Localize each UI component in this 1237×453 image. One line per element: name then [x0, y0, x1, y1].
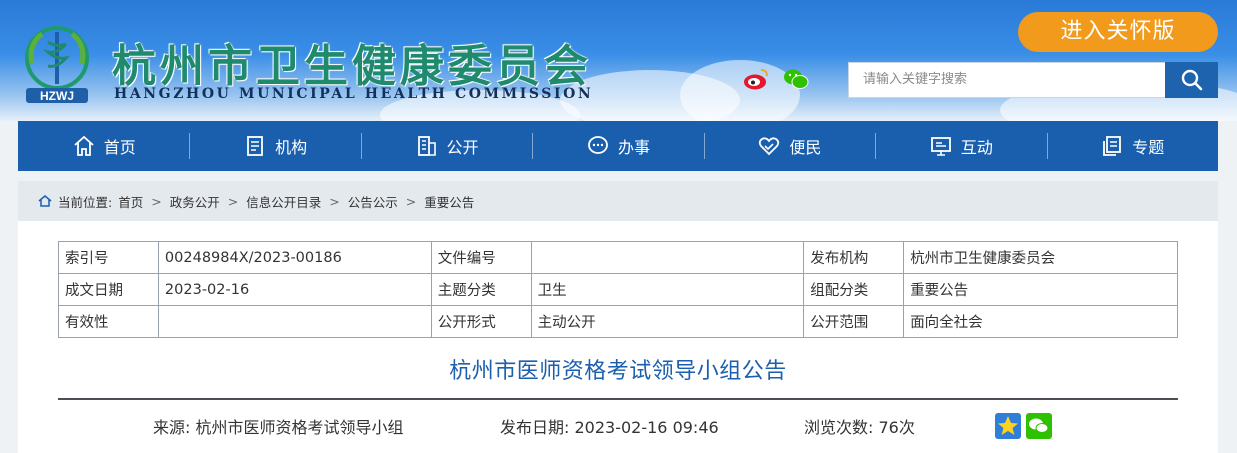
views-label: 浏览次数: — [804, 418, 874, 437]
breadcrumb: 当前位置: 首页 > 政务公开 > 信息公开目录 > 公告公示 > 重要公告 — [18, 181, 1218, 221]
nav-item-interaction[interactable]: 互动 — [875, 121, 1046, 171]
nav-item-topics[interactable]: 专题 — [1046, 121, 1218, 171]
search-input[interactable]: 请输入关键字搜索 — [848, 62, 1166, 98]
site-header: HZWJ 杭州市卫生健康委员会 HANGZHOU MUNICIPAL HEALT… — [0, 0, 1237, 121]
main-nav: 首页 机构 公开 办事 便民 互动 专题 — [18, 121, 1218, 171]
heart-hand-icon — [759, 137, 780, 156]
nav-item-organization[interactable]: 机构 — [189, 121, 360, 171]
nav-item-home[interactable]: 首页 — [18, 121, 189, 171]
source-value: 杭州市医师资格考试领导小组 — [195, 418, 404, 437]
meta-label: 公开范围 — [803, 305, 905, 338]
meta-label: 主题分类 — [430, 273, 532, 306]
date-label: 发布日期: — [500, 418, 570, 437]
hzwj-logo-icon[interactable]: HZWJ — [18, 24, 96, 106]
article-views: 浏览次数: 76次 — [804, 414, 915, 438]
breadcrumb-item[interactable]: 重要公告 — [424, 192, 474, 211]
nav-label: 公开 — [446, 138, 479, 157]
wechat-share-icon[interactable] — [1026, 413, 1052, 439]
logo-text: HZWJ — [40, 89, 74, 103]
source-label: 来源: — [153, 418, 191, 437]
home-small-icon — [38, 195, 52, 207]
breadcrumb-item[interactable]: 信息公开目录 — [246, 192, 321, 211]
meta-value: 00248984X/2023-00186 — [157, 241, 432, 274]
views-value: 76次 — [878, 418, 915, 437]
meta-label: 有效性 — [58, 305, 159, 338]
meta-label: 索引号 — [58, 241, 159, 274]
home-icon — [74, 135, 94, 156]
meta-value: 重要公告 — [903, 273, 1178, 306]
building-doc-icon — [247, 136, 264, 156]
breadcrumb-separator: > — [329, 193, 340, 209]
meta-value: 杭州市卫生健康委员会 — [903, 241, 1178, 274]
breadcrumb-item[interactable]: 首页 — [118, 192, 143, 211]
meta-value — [157, 305, 432, 338]
meta-label: 文件编号 — [430, 241, 532, 274]
title-divider — [58, 398, 1178, 400]
search-button[interactable] — [1165, 62, 1218, 98]
article-source: 来源: 杭州市医师资格考试领导小组 — [153, 414, 404, 438]
nav-label: 互动 — [960, 138, 993, 157]
document-meta-table: 索引号 00248984X/2023-00186 文件编号 发布机构 杭州市卫生… — [58, 241, 1178, 338]
meta-label: 成文日期 — [58, 273, 159, 306]
meta-value: 卫生 — [530, 273, 805, 306]
monitor-icon — [930, 137, 951, 156]
weibo-icon[interactable] — [743, 66, 769, 92]
meta-value: 面向全社会 — [903, 305, 1178, 338]
article-title: 杭州市医师资格考试领导小组公告 — [449, 359, 787, 384]
breadcrumb-item[interactable]: 政务公开 — [170, 192, 220, 211]
site-title: 杭州市卫生健康委员会 — [112, 41, 592, 92]
meta-label: 组配分类 — [803, 273, 905, 306]
favorite-star-icon[interactable] — [995, 413, 1021, 439]
breadcrumb-separator: > — [405, 193, 417, 209]
nav-label: 便民 — [789, 138, 822, 157]
breadcrumb-item[interactable]: 公告公示 — [348, 192, 398, 211]
documents-icon — [1103, 136, 1122, 156]
date-value: 2023-02-16 09:46 — [574, 418, 719, 437]
cloud-decoration — [680, 60, 800, 121]
meta-label: 发布机构 — [803, 241, 905, 274]
nav-label: 专题 — [1132, 138, 1165, 157]
table-row: 成文日期 2023-02-16 主题分类 卫生 组配分类 重要公告 — [58, 273, 1178, 306]
table-row: 索引号 00248984X/2023-00186 文件编号 发布机构 杭州市卫生… — [58, 241, 1178, 274]
chat-bubble-icon — [588, 136, 608, 154]
nav-item-convenience[interactable]: 便民 — [703, 121, 875, 171]
nav-item-services[interactable]: 办事 — [532, 121, 703, 171]
nav-label: 办事 — [617, 138, 650, 157]
breadcrumb-prefix: 当前位置: — [58, 194, 113, 210]
article-date: 发布日期: 2023-02-16 09:46 — [500, 414, 719, 438]
meta-value: 主动公开 — [530, 305, 805, 338]
nav-label: 机构 — [275, 138, 308, 157]
meta-label: 公开形式 — [430, 305, 532, 338]
office-building-icon — [417, 136, 436, 156]
nav-item-public[interactable]: 公开 — [360, 121, 532, 171]
meta-value: 2023-02-16 — [157, 273, 432, 306]
article-content: 索引号 00248984X/2023-00186 文件编号 发布机构 杭州市卫生… — [18, 221, 1218, 453]
search-icon — [1181, 69, 1202, 91]
care-version-button[interactable]: 进入关怀版 — [1018, 12, 1218, 52]
table-row: 有效性 公开形式 主动公开 公开范围 面向全社会 — [58, 305, 1178, 338]
breadcrumb-separator: > — [151, 193, 162, 209]
breadcrumb-separator: > — [227, 193, 239, 209]
meta-value — [530, 241, 805, 274]
nav-label: 首页 — [103, 138, 136, 157]
site-subtitle: HANGZHOU MUNICIPAL HEALTH COMMISSION — [114, 86, 594, 102]
wechat-icon[interactable] — [783, 66, 809, 92]
